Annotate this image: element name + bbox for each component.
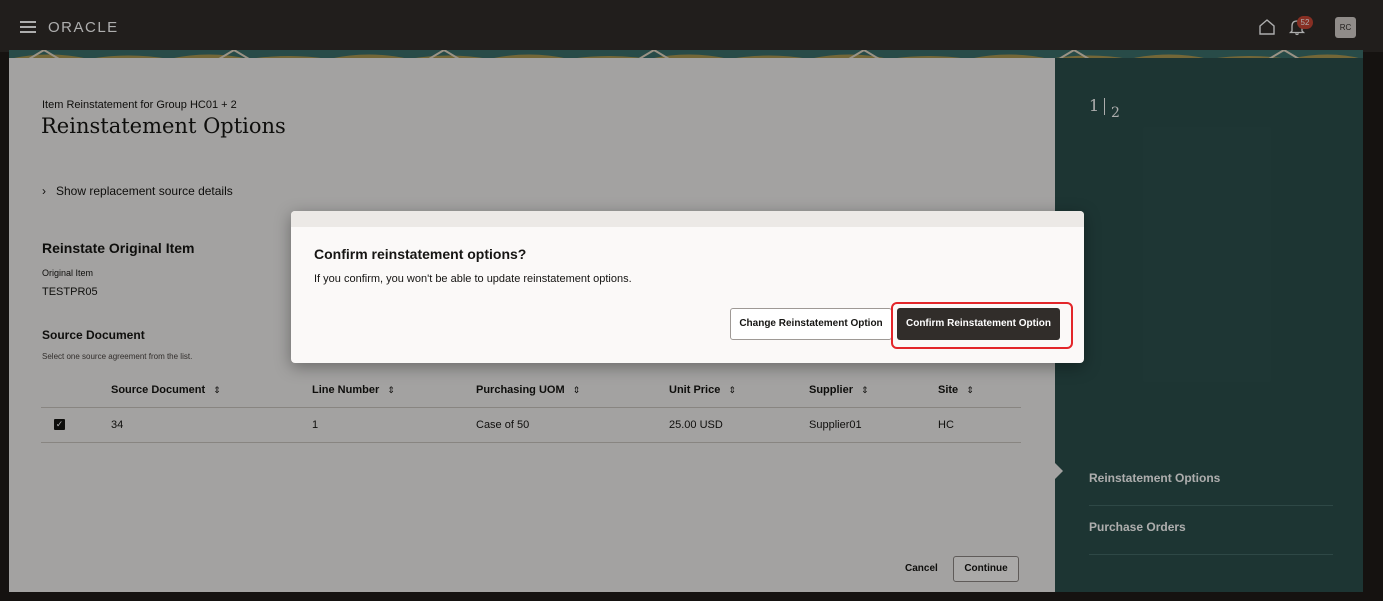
- annotation-highlight-box: [891, 302, 1073, 349]
- dialog-message: If you confirm, you won't be able to upd…: [314, 273, 632, 285]
- change-reinstatement-option-button[interactable]: Change Reinstatement Option: [730, 308, 892, 340]
- dialog-header-bar[interactable]: [291, 211, 1084, 227]
- confirm-dialog: Confirm reinstatement options? If you co…: [291, 211, 1084, 363]
- dialog-title: Confirm reinstatement options?: [314, 246, 527, 262]
